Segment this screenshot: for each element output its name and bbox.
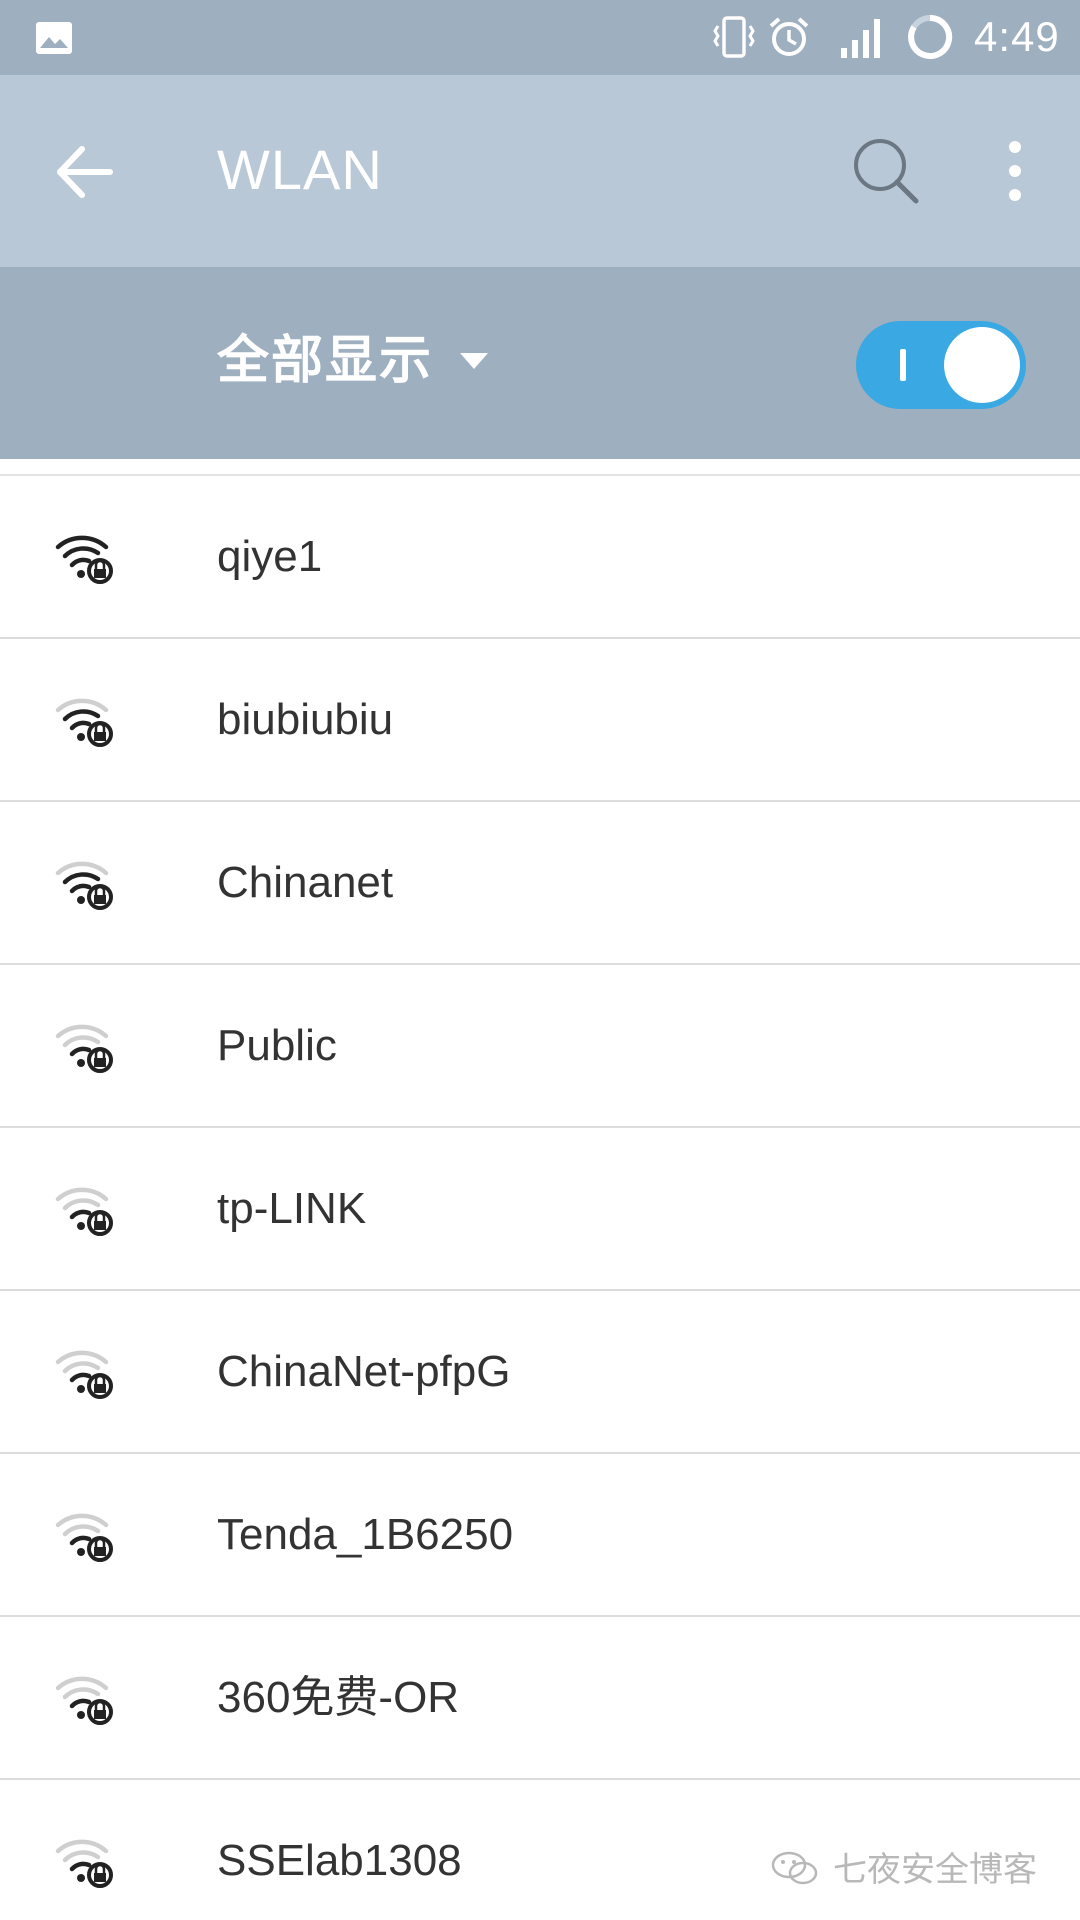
search-icon [854, 139, 919, 204]
app-bar: WLAN [0, 75, 1080, 267]
network-list: qiye1 biubiubiu Chinanet Public tp-LINK China… [0, 459, 1080, 1920]
wifi-lock-icon [54, 1018, 116, 1078]
network-ssid: qiye1 [217, 532, 323, 581]
vibrate-icon [712, 14, 756, 64]
network-row[interactable]: qiye1 [0, 476, 1080, 639]
wlan-settings-screen: 4:49 WLAN 全部显示 qiye1 biubiubiu Chinanet … [0, 0, 1080, 1920]
more-vert-icon [1009, 141, 1021, 201]
watermark: 七夜安全博客 [765, 1842, 1037, 1891]
network-ssid: 360免费-OR [217, 1673, 460, 1722]
filter-bar: 全部显示 [0, 267, 1080, 459]
more-options-button[interactable] [995, 135, 1035, 207]
network-row[interactable]: 360免费-OR [0, 1617, 1080, 1780]
wifi-lock-icon [54, 855, 116, 915]
network-row[interactable]: tp-LINK [0, 1128, 1080, 1291]
clock: 4:49 [974, 13, 1060, 60]
network-row[interactable]: biubiubiu [0, 639, 1080, 802]
network-ssid: biubiubiu [217, 695, 394, 744]
page-title: WLAN [217, 138, 383, 201]
divider [0, 459, 1080, 476]
search-button[interactable] [850, 135, 922, 207]
network-ssid: Chinanet [217, 858, 394, 907]
network-row[interactable]: Tenda_1B6250 [0, 1454, 1080, 1617]
toggle-knob [944, 327, 1020, 403]
signal-icon [840, 16, 882, 64]
back-button[interactable] [50, 137, 120, 207]
network-row[interactable]: Public [0, 965, 1080, 1128]
status-bar: 4:49 [0, 0, 1080, 75]
wifi-lock-icon [54, 1344, 116, 1404]
wechat-icon [771, 1851, 818, 1884]
wlan-toggle[interactable] [856, 321, 1026, 409]
network-ssid: Public [217, 1021, 337, 1070]
gallery-icon [34, 18, 74, 62]
toggle-on-mark [900, 349, 906, 381]
watermark-text: 七夜安全博客 [833, 1850, 1037, 1890]
network-ssid: SSElab1308 [217, 1836, 462, 1885]
wifi-lock-icon [54, 1670, 116, 1730]
arrow-left-icon [57, 146, 113, 198]
network-row[interactable]: ChinaNet-pfpG [0, 1291, 1080, 1454]
wifi-lock-icon [54, 692, 116, 752]
triangle-down-icon[interactable] [458, 351, 490, 375]
battery-icon [906, 13, 954, 65]
network-ssid: ChinaNet-pfpG [217, 1347, 511, 1396]
network-ssid: Tenda_1B6250 [217, 1510, 514, 1559]
alarm-icon [766, 14, 812, 64]
network-ssid: tp-LINK [217, 1184, 367, 1233]
wifi-lock-icon [54, 1181, 116, 1241]
wifi-lock-icon [54, 1507, 116, 1567]
network-row[interactable]: Chinanet [0, 802, 1080, 965]
filter-dropdown[interactable]: 全部显示 [217, 329, 433, 393]
wifi-lock-icon [54, 1833, 116, 1893]
wifi-lock-icon [54, 529, 116, 589]
